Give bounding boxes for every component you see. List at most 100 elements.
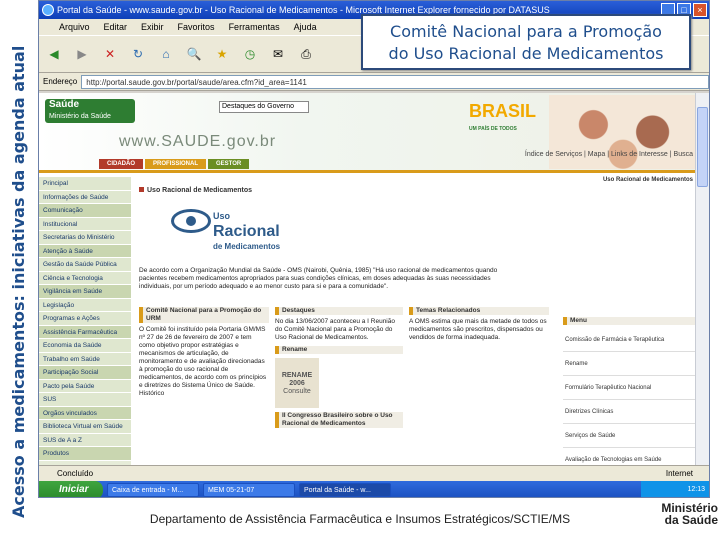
content-title: Uso Racional de Medicamentos xyxy=(139,187,252,194)
related-link[interactable]: Comissão de Farmácia e Terapêutica xyxy=(563,328,695,352)
site-banner: Saúde Ministério da Saúde Destaques do G… xyxy=(39,93,697,173)
left-nav-item[interactable]: Biblioteca Virtual em Saúde xyxy=(39,420,131,434)
stop-button[interactable]: ✕ xyxy=(99,43,121,65)
security-zone: Internet xyxy=(665,469,693,478)
address-input[interactable]: http://portal.saude.gov.br/portal/saude/… xyxy=(81,74,709,89)
left-nav-item[interactable]: Economia da Saúde xyxy=(39,339,131,353)
web-page: Saúde Ministério da Saúde Destaques do G… xyxy=(39,93,697,465)
main-content: Uso Racional de Medicamentos Uso Raciona… xyxy=(135,177,697,465)
slide-vertical-title: Acesso a medicamentos: iniciativas da ag… xyxy=(9,45,28,518)
congresso-heading[interactable]: II Congresso Brasileiro sobre o Uso Raci… xyxy=(275,412,403,428)
refresh-button[interactable]: ↻ xyxy=(127,43,149,65)
taskbar-item[interactable]: MEM 05-21-07 xyxy=(203,483,295,497)
related-link[interactable]: Avaliação de Tecnologias em Saúde xyxy=(563,448,695,465)
forward-button[interactable]: ▶ xyxy=(71,43,93,65)
left-nav-item[interactable]: Vigilância em Saúde xyxy=(39,285,131,299)
forward-arrow-icon: ▶ xyxy=(77,47,87,61)
destaques-column: Destaques No dia 13/06/2007 aconteceu a … xyxy=(275,307,403,431)
slide-footer: Departamento de Assistência Farmacêutica… xyxy=(149,512,571,526)
rename-banner-link: Consulte xyxy=(283,388,311,395)
menu-edit[interactable]: Editar xyxy=(104,19,128,35)
related-link[interactable]: Rename xyxy=(563,352,695,376)
tab-profissional[interactable]: PROFISSIONAL xyxy=(145,159,207,169)
left-nav-item[interactable]: Ciência e Tecnologia xyxy=(39,271,131,285)
urm-logo-text: Uso Racional de Medicamentos xyxy=(213,207,280,254)
print-button[interactable]: ⎙ xyxy=(295,43,317,65)
address-label: Endereço xyxy=(43,77,78,86)
related-link[interactable]: Serviços de Saúde xyxy=(563,424,695,448)
ministry-logo: Ministério da Saúde xyxy=(650,502,718,526)
left-nav-item[interactable]: Institucional xyxy=(39,217,131,231)
clock: 12:13 xyxy=(687,486,705,493)
left-nav-item[interactable]: Orgãos vinculados xyxy=(39,406,131,420)
back-button[interactable]: ◀ xyxy=(43,43,65,65)
brasil-logo-text: BRASIL xyxy=(469,101,536,121)
left-nav-item[interactable]: SUS xyxy=(39,393,131,407)
scrollbar-thumb[interactable] xyxy=(697,107,708,187)
search-button[interactable]: 🔍 xyxy=(183,43,205,65)
menu-file[interactable]: Arquivo xyxy=(59,19,90,35)
menu-tools[interactable]: Ferramentas xyxy=(229,19,280,35)
callout-line: Comitê Nacional para a Promoção xyxy=(390,22,662,41)
saude-logo-subtitle: Ministério da Saúde xyxy=(49,113,111,120)
callout-line: do Uso Racional de Medicamentos xyxy=(388,44,664,63)
address-bar: Endereço http://portal.saude.gov.br/port… xyxy=(39,73,709,91)
taskbar-item[interactable]: Portal da Saúde - w... xyxy=(299,483,391,497)
left-nav-item[interactable]: Atenção à Saúde xyxy=(39,244,131,258)
comite-heading[interactable]: Comitê Nacional para a Promoção do URM xyxy=(139,307,269,323)
eye-icon xyxy=(171,209,211,233)
left-nav-item[interactable]: Participação Social xyxy=(39,366,131,380)
urm-logo-line2: Racional xyxy=(213,223,280,240)
left-nav-item[interactable]: Informações de Saúde xyxy=(39,190,131,204)
left-nav-item[interactable]: Gestão da Saúde Pública xyxy=(39,258,131,272)
tab-gestor[interactable]: GESTOR xyxy=(208,159,250,169)
site-url-text: www.SAUDE.gov.br xyxy=(119,133,277,150)
related-link[interactable]: Formulário Terapêutico Nacional xyxy=(563,376,695,400)
vertical-scrollbar[interactable] xyxy=(695,93,709,465)
top-nav[interactable]: Índice de Serviços | Mapa | Links de Int… xyxy=(525,151,693,158)
rename-banner[interactable]: RENAME 2006 Consulte xyxy=(275,358,319,408)
status-text: Concluído xyxy=(57,469,94,478)
left-nav-item[interactable]: Produtos xyxy=(39,447,131,461)
menu-favorites[interactable]: Favoritos xyxy=(178,19,215,35)
rename-banner-title: RENAME xyxy=(281,372,313,379)
close-button[interactable]: × xyxy=(693,3,707,17)
system-tray: 12:13 xyxy=(641,481,709,497)
favorites-button[interactable]: ★ xyxy=(211,43,233,65)
left-nav-item[interactable]: SUS de A a Z xyxy=(39,433,131,447)
print-icon: ⎙ xyxy=(301,46,311,61)
menu-help[interactable]: Ajuda xyxy=(294,19,317,35)
brasil-tagline: UM PAÍS DE TODOS xyxy=(469,126,517,132)
search-icon: 🔍 xyxy=(186,47,202,61)
left-nav-item[interactable]: Principal xyxy=(39,177,131,191)
left-nav-item[interactable]: Programas e Ações xyxy=(39,312,131,326)
star-icon: ★ xyxy=(216,47,228,61)
mail-button[interactable]: ✉ xyxy=(267,43,289,65)
left-nav-item[interactable]: Comunicação xyxy=(39,204,131,218)
saude-logo[interactable]: Saúde Ministério da Saúde xyxy=(45,99,135,123)
destaques-select[interactable]: Destaques do Governo xyxy=(219,101,309,113)
brasil-logo: BRASIL UM PAÍS DE TODOS xyxy=(469,101,539,132)
left-nav-item[interactable]: Pacto pela Saúde xyxy=(39,379,131,393)
left-nav-item[interactable]: Assistência Farmacêutica xyxy=(39,325,131,339)
history-button[interactable]: ◷ xyxy=(239,43,261,65)
related-links: Menu Comissão de Farmácia e Terapêutica … xyxy=(563,317,695,465)
urm-logo-line3: de Medicamentos xyxy=(213,242,281,251)
left-nav-item[interactable]: Legislação xyxy=(39,298,131,312)
related-links-heading: Menu xyxy=(563,317,695,325)
tab-cidadao[interactable]: CIDADÃO xyxy=(99,159,143,169)
taskbar: Iniciar Caixa de entrada - M... MEM 05-2… xyxy=(39,481,709,497)
breadcrumb: Uso Racional de Medicamentos xyxy=(602,177,693,183)
back-arrow-icon: ◀ xyxy=(49,47,59,61)
related-link[interactable]: Diretrizes Clínicas xyxy=(563,400,695,424)
home-button[interactable]: ⌂ xyxy=(155,43,177,65)
destaques-text[interactable]: No dia 13/06/2007 aconteceu a I Reunião … xyxy=(275,318,403,342)
taskbar-item[interactable]: Caixa de entrada - M... xyxy=(107,483,199,497)
rename-heading[interactable]: Rename xyxy=(275,346,403,354)
urm-logo: Uso Racional de Medicamentos xyxy=(171,199,311,259)
left-nav-item[interactable]: Trabalho em Saúde xyxy=(39,352,131,366)
history-icon: ◷ xyxy=(244,47,256,61)
left-nav-item[interactable]: Secretarias do Ministério xyxy=(39,231,131,245)
start-button[interactable]: Iniciar xyxy=(39,481,103,497)
menu-view[interactable]: Exibir xyxy=(141,19,164,35)
